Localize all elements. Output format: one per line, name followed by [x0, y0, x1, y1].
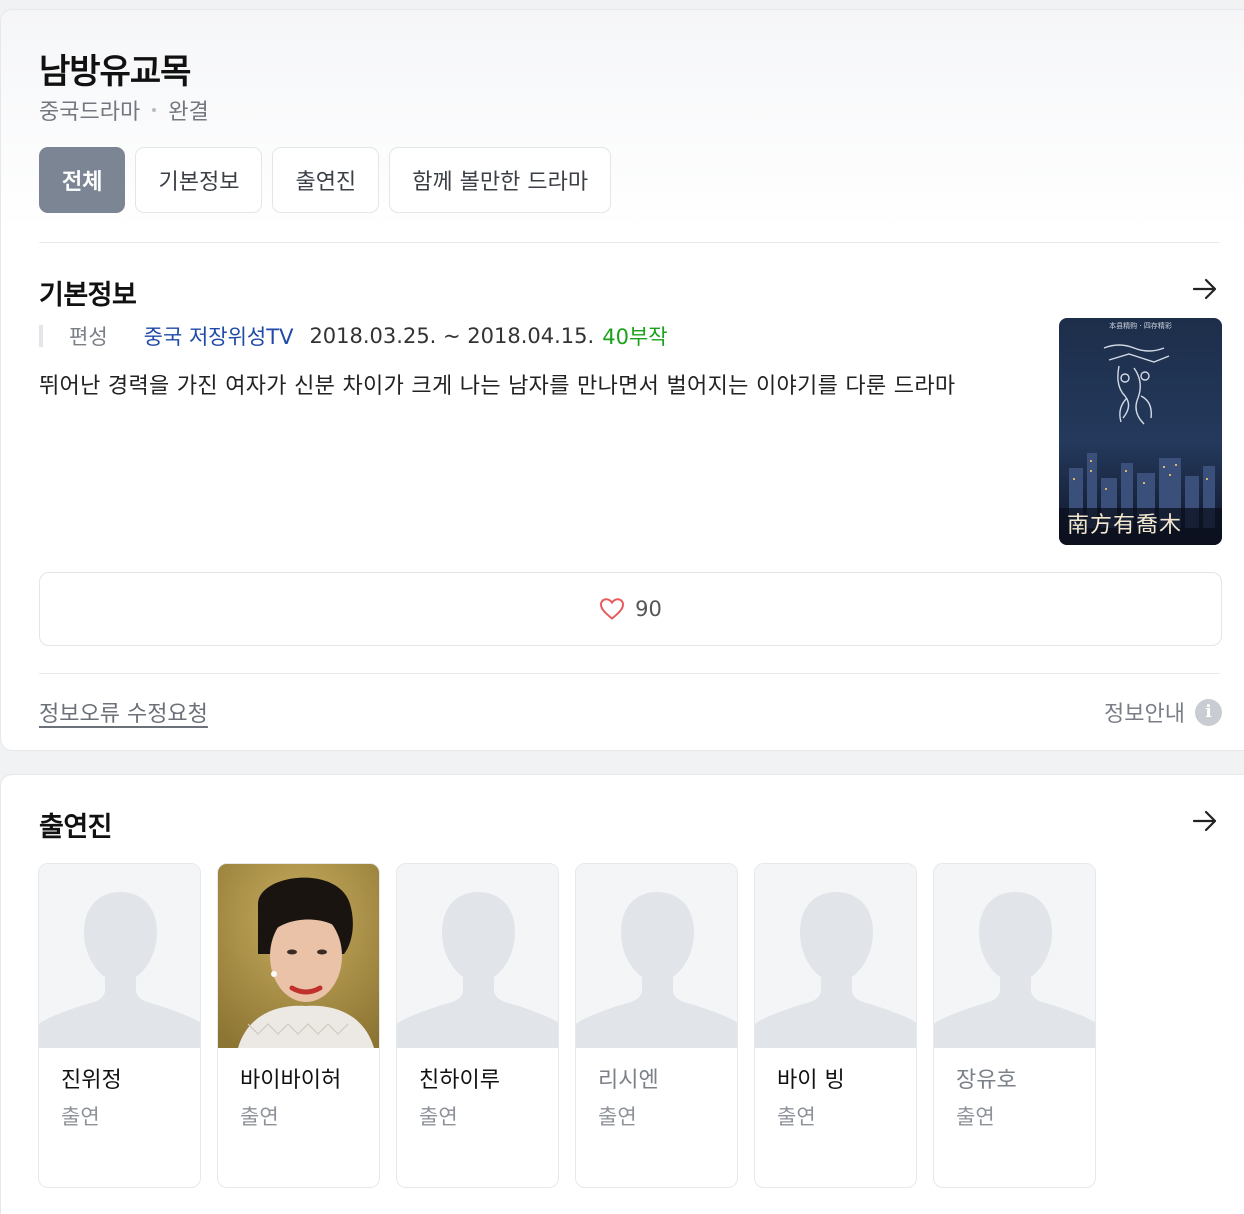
cast-name: 바이바이허: [240, 1068, 342, 1093]
drama-title: 남방유교목: [39, 52, 191, 92]
cast-name: 장유호: [956, 1068, 1017, 1093]
cast-role: 출연: [598, 1105, 637, 1129]
cast-name: 바이 빙: [777, 1068, 845, 1093]
cast-role: 출연: [61, 1105, 100, 1129]
broadcast-label: 편성: [69, 325, 108, 349]
cast-role: 출연: [956, 1105, 995, 1129]
drama-info-card: 남방유교목 중국드라마 완결 전체 기본정보 출연진 함께 볼만한 드라마 기본…: [0, 9, 1244, 751]
info-guide-label: 정보안내: [1104, 702, 1185, 727]
drama-poster[interactable]: 本县精购 · 四存精彩 南方有喬木: [1059, 318, 1222, 545]
tab-bar: 전체 기본정보 출연진 함께 볼만한 드라마: [39, 147, 612, 213]
cast-title: 출연진: [39, 812, 113, 843]
profile-placeholder-icon: [576, 864, 737, 1048]
tab-all[interactable]: 전체: [39, 147, 126, 213]
like-count: 90: [635, 597, 662, 621]
poster-caption: 南方有喬木: [1067, 513, 1183, 538]
cast-role: 출연: [240, 1105, 279, 1129]
actor-photo: [218, 864, 379, 1048]
divider: [39, 673, 1220, 674]
cast-name: 리시엔: [598, 1068, 659, 1093]
drama-subinfo: 중국드라마 완결: [39, 94, 209, 126]
separator-dot: [152, 108, 157, 112]
cast-member-card[interactable]: 리시엔 출연: [575, 863, 738, 1188]
tab-basic-info[interactable]: 기본정보: [135, 147, 263, 213]
cast-card: 출연진 진위정 출연 바이바이허 출연 친하이루 출연 리시엔 출연 바이 빙 …: [0, 774, 1244, 1214]
genre-label: 중국드라마: [39, 100, 141, 125]
report-error-link[interactable]: 정보오류 수정요청: [39, 696, 208, 728]
info-icon: i: [1195, 698, 1222, 726]
poster-topline: 本县精购 · 四存精彩: [1109, 322, 1172, 330]
broadcast-dates: 2018.03.25. ~ 2018.04.15.: [309, 324, 595, 348]
profile-placeholder-icon: [934, 864, 1095, 1048]
tab-cast[interactable]: 출연진: [272, 147, 380, 213]
drama-description: 뛰어난 경력을 가진 여자가 신분 차이가 크게 나는 남자를 만나면서 벌어지…: [39, 374, 956, 399]
tab-similar-dramas[interactable]: 함께 볼만한 드라마: [389, 147, 612, 213]
channel-link[interactable]: 중국 저장위성TV: [144, 321, 294, 351]
status-label: 완결: [168, 100, 209, 125]
info-guide-button[interactable]: 정보안내 i: [1104, 696, 1222, 728]
cast-name: 친하이루: [419, 1068, 500, 1093]
profile-placeholder-icon: [397, 864, 558, 1048]
cast-role: 출연: [419, 1105, 458, 1129]
profile-placeholder-icon: [39, 864, 200, 1048]
cast-role: 출연: [777, 1105, 816, 1129]
arrow-right-icon[interactable]: [1190, 806, 1220, 836]
cast-member-card[interactable]: 장유호 출연: [933, 863, 1096, 1188]
cast-list: 진위정 출연 바이바이허 출연 친하이루 출연 리시엔 출연 바이 빙 출연 장…: [38, 863, 1096, 1188]
arrow-right-icon[interactable]: [1190, 274, 1220, 304]
episode-count: 40부작: [602, 325, 668, 349]
cast-name: 진위정: [61, 1068, 122, 1093]
divider: [39, 242, 1220, 243]
like-button[interactable]: 90: [39, 572, 1222, 646]
meta-bar: [39, 325, 43, 347]
cast-member-card[interactable]: 친하이루 출연: [396, 863, 559, 1188]
cast-member-card[interactable]: 바이바이허 출연: [217, 863, 380, 1188]
basic-info-title: 기본정보: [39, 280, 137, 311]
heart-outline-icon: [600, 598, 625, 620]
cast-member-card[interactable]: 바이 빙 출연: [754, 863, 917, 1188]
broadcast-meta: 편성 중국 저장위성TV 2018.03.25. ~ 2018.04.15. 4…: [39, 321, 668, 351]
profile-placeholder-icon: [755, 864, 916, 1048]
cast-member-card[interactable]: 진위정 출연: [38, 863, 201, 1188]
